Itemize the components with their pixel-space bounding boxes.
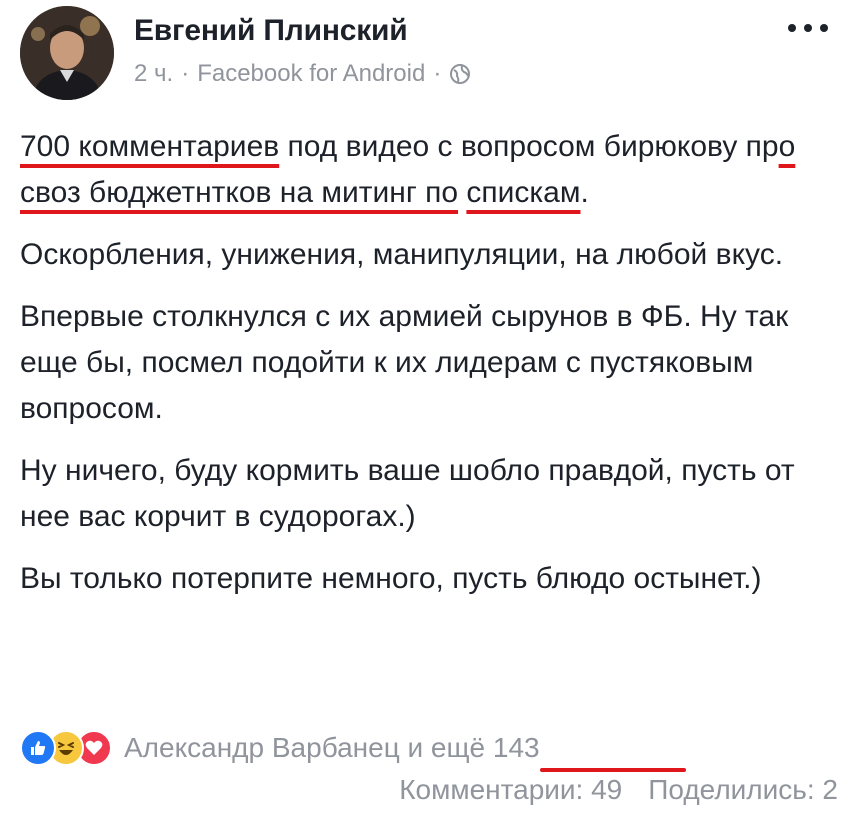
comments-count[interactable]: Комментарии: 49 xyxy=(399,774,622,806)
shares-count[interactable]: Поделились: 2 xyxy=(648,774,838,806)
underlined-text: 700 комментариев xyxy=(20,130,280,163)
annotation-underline xyxy=(540,768,686,772)
like-icon xyxy=(20,730,56,766)
post-stats: Комментарии: 49 Поделились: 2 xyxy=(399,774,838,806)
author-name[interactable]: Евгений Плинский xyxy=(134,14,408,48)
paragraph-4: Ну ничего, буду кормить ваше шобло правд… xyxy=(20,454,795,533)
post-source: Facebook for Android xyxy=(197,60,426,87)
globe-icon xyxy=(449,63,471,85)
reactions-bar[interactable]: Александр Варбанец и ещё 143 xyxy=(20,730,540,766)
paragraph-2: Оскорбления, унижения, манипуляции, на л… xyxy=(20,238,784,271)
post-text: 700 комментариев под видео с вопросом би… xyxy=(20,124,820,618)
more-horizontal-icon[interactable] xyxy=(788,18,828,38)
text-span: под видео с вопросом бирюкову пр xyxy=(279,130,779,163)
avatar-image xyxy=(20,6,114,100)
paragraph-3: Впервые столкнулся с их армией сырунов в… xyxy=(20,300,789,425)
text-span: . xyxy=(580,176,589,209)
paragraph-1: 700 комментариев под видео с вопросом би… xyxy=(20,124,820,216)
meta-separator: · xyxy=(433,60,442,87)
meta-separator: · xyxy=(181,60,190,87)
paragraph-5: Вы только потерпите немного, пусть блюдо… xyxy=(20,562,762,595)
underlined-text: спискам xyxy=(466,176,581,209)
reactors-text[interactable]: Александр Варбанец и ещё 143 xyxy=(124,732,540,764)
facebook-post: Евгений Плинский 2 ч. · Facebook for And… xyxy=(0,0,846,815)
post-meta: 2 ч. · Facebook for Android · xyxy=(134,60,471,88)
post-time[interactable]: 2 ч. xyxy=(134,60,173,88)
avatar[interactable] xyxy=(20,6,114,100)
